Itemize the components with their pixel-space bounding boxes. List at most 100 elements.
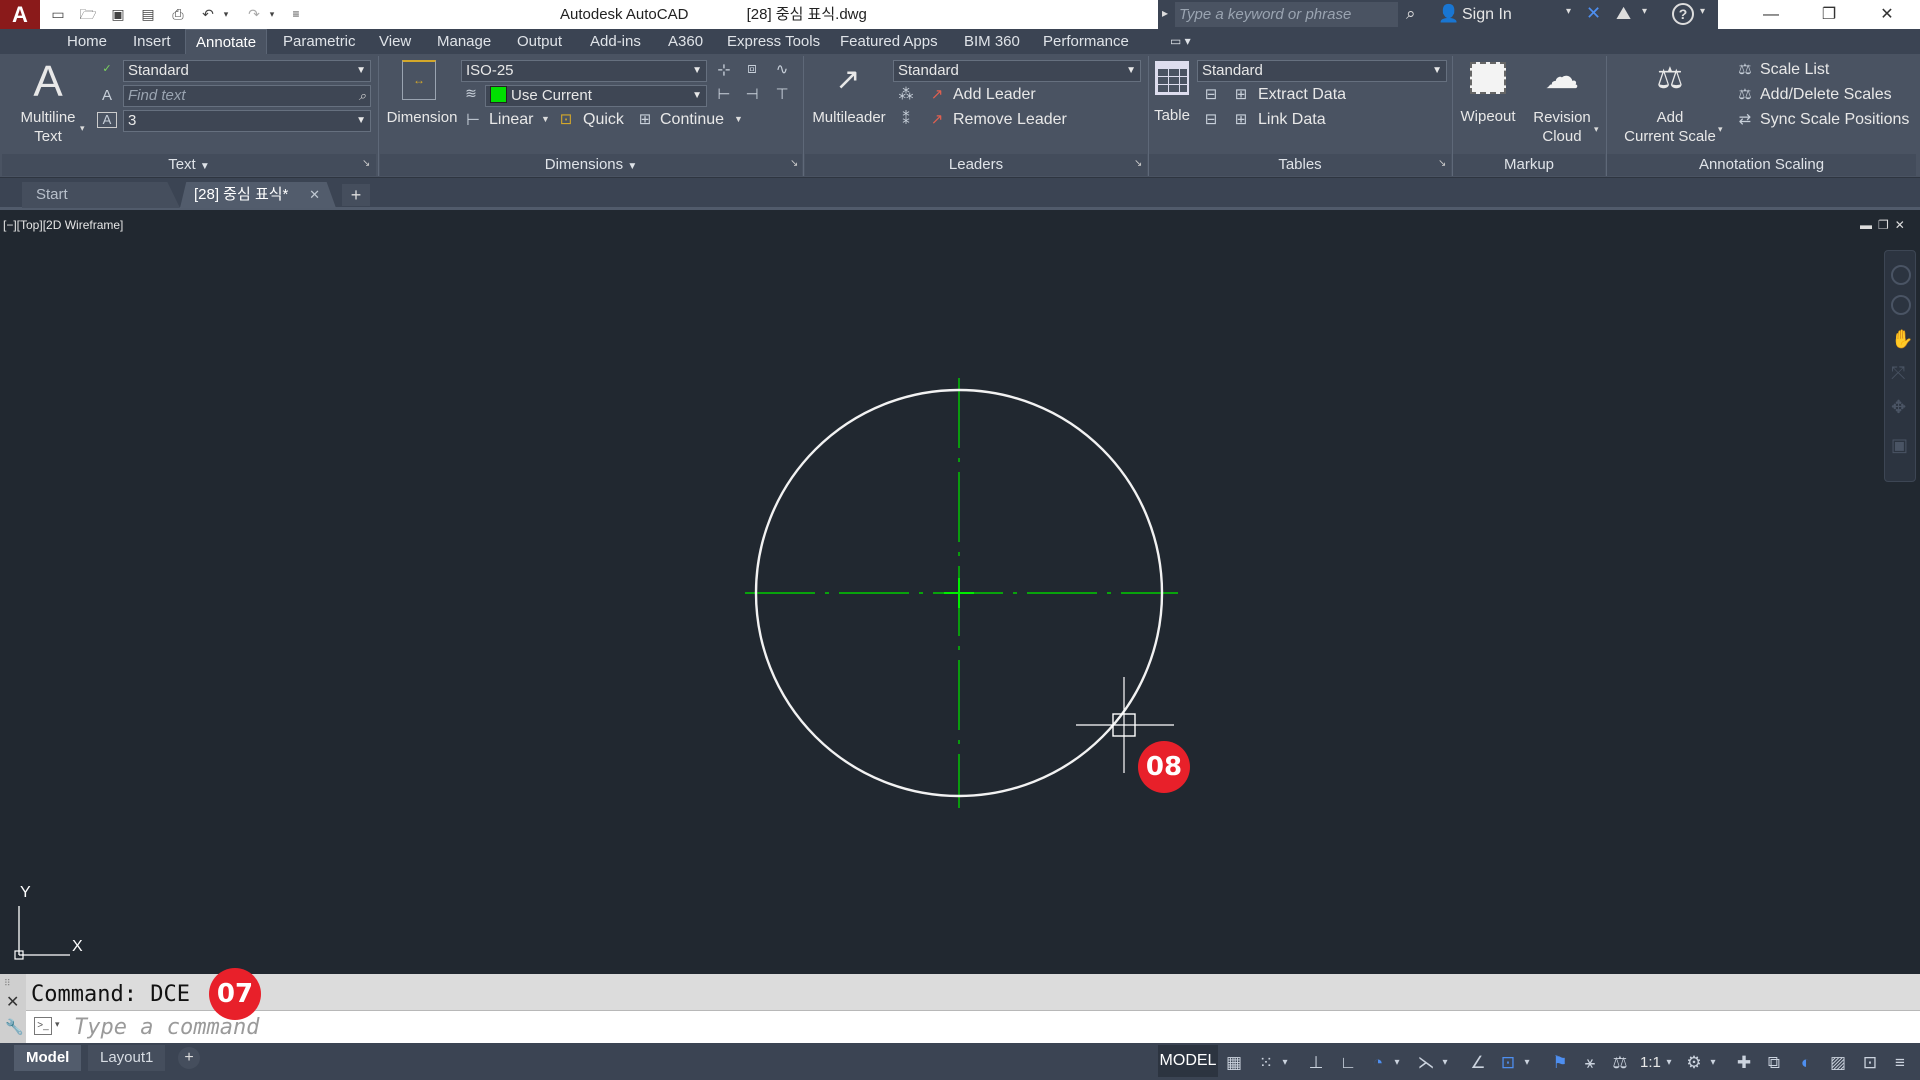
- tables-panel-launcher-icon[interactable]: ↘: [1438, 158, 1446, 169]
- drawing-canvas[interactable]: [0, 212, 1920, 974]
- showmotion-icon[interactable]: ▣: [1891, 435, 1908, 456]
- tab-manage[interactable]: Manage: [427, 29, 501, 54]
- polar-dropdown-icon[interactable]: ▾: [1390, 1051, 1404, 1075]
- dim-inspect-icon[interactable]: ⊢: [713, 85, 735, 103]
- extract-data-button[interactable]: Extract Data: [1258, 86, 1346, 104]
- units-icon[interactable]: ⧉: [1762, 1051, 1786, 1075]
- dim-update-icon[interactable]: ⊣: [741, 85, 763, 103]
- dim-oblique-icon[interactable]: ⊤: [771, 85, 793, 103]
- link-data-icon[interactable]: ⊞: [1230, 110, 1252, 128]
- text-height-select[interactable]: 3 ▼: [123, 110, 371, 132]
- collect-leaders-icon[interactable]: ⁑: [895, 110, 917, 128]
- quick-properties-icon[interactable]: ◐: [1794, 1051, 1818, 1075]
- new-file-icon[interactable]: ▭: [48, 5, 68, 24]
- add-current-scale-button[interactable]: Add Current Scale: [1614, 108, 1726, 146]
- align-leaders-icon[interactable]: ⁂: [895, 85, 917, 103]
- panel-title-dimensions[interactable]: Dimensions ▼: [380, 154, 802, 176]
- print-icon[interactable]: ⎙: [168, 5, 188, 24]
- multiline-text-icon[interactable]: A: [28, 58, 68, 106]
- wipeout-icon[interactable]: [1470, 62, 1506, 94]
- scale-dropdown-icon[interactable]: ▾: [1662, 1051, 1676, 1075]
- annotation-scale-value[interactable]: 1:1: [1640, 1051, 1661, 1075]
- help-dropdown-icon[interactable]: ▾: [1700, 6, 1705, 17]
- tab-parametric[interactable]: Parametric: [273, 29, 366, 54]
- redo-icon[interactable]: ↷: [244, 5, 264, 24]
- revision-cloud-icon[interactable]: ☁: [1542, 60, 1582, 94]
- tab-performance[interactable]: Performance: [1033, 29, 1139, 54]
- add-current-scale-dropdown-icon[interactable]: ▾: [1718, 124, 1723, 135]
- table-style-select[interactable]: Standard ▼: [1197, 60, 1447, 82]
- close-icon[interactable]: ✕: [1858, 0, 1916, 29]
- steering-wheel-icon[interactable]: [1891, 265, 1911, 285]
- new-tab-icon[interactable]: +: [342, 184, 370, 206]
- grip-icon[interactable]: ⠿: [4, 978, 11, 989]
- tab-a360[interactable]: A360: [658, 29, 713, 54]
- add-delete-scales-icon[interactable]: ⚖: [1734, 85, 1756, 103]
- expand-search-icon[interactable]: ▸: [1162, 6, 1168, 20]
- graphics-performance-icon[interactable]: ▨: [1826, 1051, 1850, 1075]
- open-file-icon[interactable]: 🗁: [78, 5, 98, 24]
- dimensions-panel-launcher-icon[interactable]: ↘: [790, 158, 798, 169]
- tab-home[interactable]: Home: [57, 29, 117, 54]
- a360-dropdown-icon[interactable]: ▾: [1642, 6, 1647, 17]
- add-leader-icon[interactable]: ↗: [926, 85, 948, 103]
- tab-start[interactable]: Start: [22, 182, 180, 208]
- annotation-visibility-icon[interactable]: ⚑: [1548, 1051, 1572, 1075]
- continue-button[interactable]: Continue: [660, 111, 724, 129]
- tab-express-tools[interactable]: Express Tools: [717, 29, 830, 54]
- extract-data-icon[interactable]: ⊞: [1230, 85, 1252, 103]
- continue-dropdown-icon[interactable]: ▼: [734, 114, 743, 124]
- multiline-text-button[interactable]: Multiline Text: [6, 108, 90, 146]
- remove-leader-button[interactable]: Remove Leader: [953, 111, 1067, 129]
- scale-list-icon[interactable]: ⚖: [1734, 60, 1756, 78]
- snap-mode-icon[interactable]: ⁙: [1254, 1051, 1278, 1075]
- dimension-button[interactable]: Dimension: [380, 108, 464, 127]
- autodesk-a360-icon[interactable]: ⛰: [1616, 3, 1631, 24]
- infer-constraints-icon[interactable]: ⊥: [1304, 1051, 1328, 1075]
- tab-current-drawing[interactable]: [28] 중심 표식* ✕: [180, 182, 336, 208]
- remove-leader-icon[interactable]: ↗: [926, 110, 948, 128]
- dimension-icon[interactable]: ↔: [402, 60, 436, 100]
- binoculars-icon[interactable]: ⌕: [1406, 4, 1416, 24]
- find-icon[interactable]: ⌕: [359, 86, 366, 106]
- wipeout-button[interactable]: Wipeout: [1452, 107, 1524, 126]
- save-icon[interactable]: ▣: [108, 5, 128, 24]
- dimension-layer-select[interactable]: Use Current ▼: [485, 85, 707, 107]
- download-from-source-icon[interactable]: ⊟: [1200, 110, 1222, 128]
- quick-dimension-icon[interactable]: ⊡: [556, 110, 576, 128]
- table-icon[interactable]: [1155, 61, 1189, 95]
- tab-bim-360[interactable]: BIM 360: [954, 29, 1030, 54]
- annotation-scale-icon[interactable]: ⚖: [1608, 1051, 1632, 1075]
- command-input[interactable]: Type a command: [74, 1016, 1894, 1040]
- sign-in-link[interactable]: Sign In: [1438, 0, 1512, 29]
- add-delete-scales-button[interactable]: Add/Delete Scales: [1760, 86, 1892, 104]
- object-snap-tracking-icon[interactable]: ∠: [1466, 1051, 1490, 1075]
- link-data-button[interactable]: Link Data: [1258, 111, 1326, 129]
- customize-wrench-icon[interactable]: 🔧: [5, 1018, 24, 1036]
- redo-dropdown-icon[interactable]: ▾: [266, 5, 278, 24]
- undo-icon[interactable]: ↶: [198, 5, 218, 24]
- add-leader-button[interactable]: Add Leader: [953, 86, 1036, 104]
- save-as-icon[interactable]: ▤: [138, 5, 158, 24]
- minimize-icon[interactable]: —: [1742, 0, 1800, 29]
- model-space-toggle[interactable]: MODEL: [1158, 1045, 1218, 1077]
- recent-commands-dropdown-icon[interactable]: ▾: [55, 1019, 60, 1030]
- scale-list-button[interactable]: Scale List: [1760, 61, 1829, 79]
- add-current-scale-icon[interactable]: ⚖: [1650, 58, 1690, 100]
- ortho-mode-icon[interactable]: ∟: [1336, 1051, 1360, 1075]
- dim-adjust-space-icon[interactable]: ⧈: [741, 60, 763, 77]
- text-style-select[interactable]: Standard ▼: [123, 60, 371, 82]
- orbit-icon[interactable]: ✥: [1891, 397, 1906, 418]
- find-text-input[interactable]: Find text ⌕: [123, 85, 371, 107]
- customization-menu-icon[interactable]: ≡: [1888, 1051, 1912, 1075]
- isodraft-icon[interactable]: ⋋: [1414, 1051, 1438, 1075]
- workspace-gear-icon[interactable]: ⚙: [1682, 1051, 1706, 1075]
- text-panel-launcher-icon[interactable]: ↘: [362, 158, 370, 169]
- tab-view[interactable]: View: [369, 29, 421, 54]
- tab-output[interactable]: Output: [507, 29, 572, 54]
- close-command-line-icon[interactable]: ✕: [6, 992, 19, 1012]
- dim-break-icon[interactable]: ⊹: [713, 60, 735, 80]
- customize-toolbar-icon[interactable]: ≡: [286, 5, 306, 24]
- zoom-extents-icon[interactable]: ⤧: [1891, 363, 1905, 384]
- linear-dimension-icon[interactable]: ⊢: [463, 110, 483, 130]
